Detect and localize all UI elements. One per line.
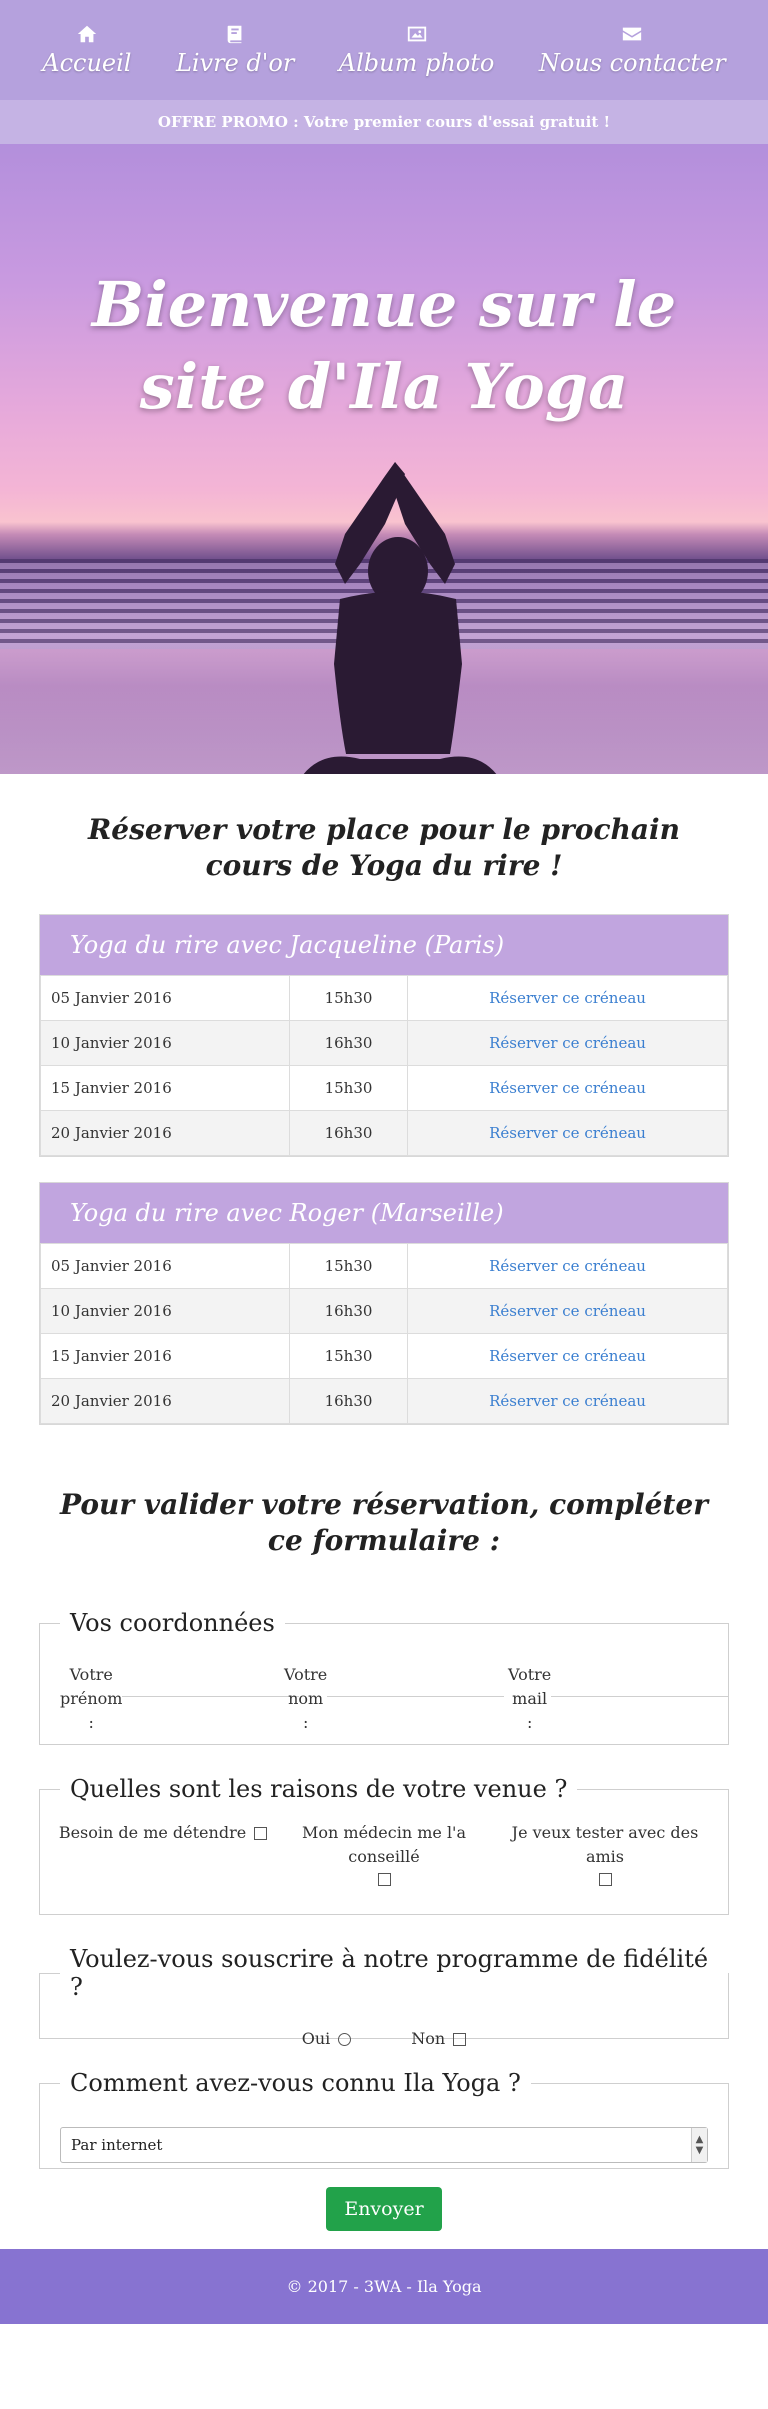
schedule-header: Yoga du rire avec Jacqueline (Paris): [40, 915, 728, 975]
reserve-link[interactable]: Réserver ce créneau: [489, 1124, 646, 1142]
form-title: Pour valider votre réservation, compléte…: [60, 1488, 708, 1557]
lastname-group: Votre nom :: [284, 1663, 505, 1735]
loyalty-no-option: Non: [411, 2029, 467, 2048]
time-cell: 16h30: [289, 1288, 408, 1334]
chevron-updown-icon: ▲ ▼: [691, 2128, 707, 2162]
main-nav: Accueil Livre d'or Album photo Nous cont…: [0, 0, 768, 100]
nav-label: Album photo: [338, 49, 495, 77]
loyalty-yes-radio[interactable]: [338, 2033, 352, 2046]
loyalty-yes-option: Oui: [302, 2029, 352, 2048]
hero-title: Bienvenue sur le site d'Ila Yoga: [91, 268, 677, 423]
schedule-table-marseille: Yoga du rire avec Roger (Marseille) 05 J…: [39, 1182, 729, 1425]
coordinates-legend: Vos coordonnées: [70, 1609, 275, 1637]
firstname-label: Votre prénom :: [60, 1665, 123, 1732]
schedule-header: Yoga du rire avec Roger (Marseille): [40, 1183, 728, 1243]
submit-button[interactable]: Envoyer: [326, 2187, 442, 2231]
schedule-table-paris: Yoga du rire avec Jacqueline (Paris) 05 …: [39, 914, 729, 1157]
email-input[interactable]: [551, 1683, 729, 1697]
loyalty-fieldset: Voulez-vous souscrire à notre programme …: [39, 1945, 729, 2048]
source-fieldset: Comment avez-vous connu Ila Yoga ? Par i…: [39, 2069, 729, 2169]
yoga-silhouette-icon: [303, 462, 497, 774]
time-cell: 15h30: [289, 1243, 408, 1289]
footer-text: © 2017 - 3WA - Ila Yoga: [286, 2277, 482, 2296]
time-cell: 15h30: [289, 1333, 408, 1379]
table-row: 15 Janvier 2016 15h30 Réserver ce crénea…: [40, 1065, 728, 1111]
time-cell: 16h30: [289, 1378, 408, 1424]
time-cell: 16h30: [289, 1110, 408, 1156]
reason-label: Je veux tester avec des amis: [511, 1823, 699, 1866]
date-cell: 15 Janvier 2016: [40, 1333, 290, 1379]
email-label: Votre mail :: [508, 1665, 552, 1732]
reserve-link[interactable]: Réserver ce créneau: [489, 1034, 646, 1052]
time-cell: 15h30: [289, 975, 408, 1021]
date-cell: 05 Janvier 2016: [40, 975, 290, 1021]
date-cell: 20 Janvier 2016: [40, 1378, 290, 1424]
nav-item-nous-contacter[interactable]: Nous contacter: [539, 23, 726, 77]
reserve-link[interactable]: Réserver ce créneau: [489, 989, 646, 1007]
promo-banner: OFFRE PROMO : Votre premier cours d'essa…: [0, 100, 768, 144]
source-legend: Comment avez-vous connu Ila Yoga ?: [70, 2069, 521, 2097]
firstname-group: Votre prénom :: [60, 1663, 300, 1735]
reason-option-relax: Besoin de me détendre: [58, 1821, 268, 1886]
reserve-link[interactable]: Réserver ce créneau: [489, 1302, 646, 1320]
schedule-rows: 05 Janvier 2016 15h30 Réserver ce crénea…: [40, 975, 728, 1156]
table-row: 10 Janvier 2016 16h30 Réserver ce crénea…: [40, 1020, 728, 1066]
reason-label: Besoin de me détendre: [58, 1823, 247, 1842]
lastname-input[interactable]: [327, 1683, 505, 1697]
nav-label: Livre d'or: [175, 49, 295, 77]
nav-label: Nous contacter: [538, 49, 726, 77]
loyalty-yes-label: Oui: [301, 2029, 331, 2048]
loyalty-legend: Voulez-vous souscrire à notre programme …: [70, 1945, 709, 2001]
time-cell: 16h30: [289, 1020, 408, 1066]
table-row: 10 Janvier 2016 16h30 Réserver ce crénea…: [40, 1288, 728, 1334]
reason-checkbox[interactable]: [377, 1873, 391, 1886]
reason-checkbox[interactable]: [598, 1873, 612, 1886]
reason-checkbox[interactable]: [254, 1827, 268, 1840]
firstname-input[interactable]: [122, 1683, 300, 1697]
home-icon: [77, 25, 97, 43]
reserve-link[interactable]: Réserver ce créneau: [489, 1257, 646, 1275]
date-cell: 10 Janvier 2016: [40, 1288, 290, 1334]
image-icon: [407, 26, 426, 42]
schedule-rows: 05 Janvier 2016 15h30 Réserver ce crénea…: [40, 1243, 728, 1424]
date-cell: 15 Janvier 2016: [40, 1065, 290, 1111]
source-select[interactable]: Par internet ▲ ▼: [60, 2127, 708, 2163]
date-cell: 20 Janvier 2016: [40, 1110, 290, 1156]
hero-banner: Bienvenue sur le site d'Ila Yoga: [0, 144, 768, 774]
loyalty-no-label: Non: [411, 2029, 446, 2048]
reasons-fieldset: Quelles sont les raisons de votre venue …: [39, 1775, 729, 1915]
reserve-link[interactable]: Réserver ce créneau: [489, 1392, 646, 1410]
email-group: Votre mail :: [508, 1663, 729, 1735]
table-row: 15 Janvier 2016 15h30 Réserver ce crénea…: [40, 1333, 728, 1379]
nav-item-livre-dor[interactable]: Livre d'or: [176, 23, 294, 77]
envelope-icon: [623, 27, 642, 41]
nav-item-album-photo[interactable]: Album photo: [338, 23, 495, 77]
lastname-label: Votre nom :: [284, 1665, 328, 1732]
nav-label: Accueil: [42, 49, 132, 77]
reservation-form: Vos coordonnées Votre prénom : Votre nom…: [0, 1609, 768, 2231]
reason-option-doctor: Mon médecin me l'a conseillé: [279, 1821, 489, 1886]
nav-item-accueil[interactable]: Accueil: [42, 23, 131, 77]
coordinates-fieldset: Vos coordonnées Votre prénom : Votre nom…: [39, 1609, 729, 1745]
reserve-link[interactable]: Réserver ce créneau: [489, 1347, 646, 1365]
date-cell: 05 Janvier 2016: [40, 1243, 290, 1289]
reason-label: Mon médecin me l'a conseillé: [301, 1823, 466, 1866]
table-row: 05 Janvier 2016 15h30 Réserver ce crénea…: [40, 975, 728, 1021]
footer: © 2017 - 3WA - Ila Yoga: [0, 2249, 768, 2324]
reserve-link[interactable]: Réserver ce créneau: [489, 1079, 646, 1097]
table-row: 20 Janvier 2016 16h30 Réserver ce crénea…: [40, 1110, 728, 1156]
time-cell: 15h30: [289, 1065, 408, 1111]
booking-title: Réserver votre place pour le prochain co…: [87, 813, 681, 882]
table-row: 20 Janvier 2016 16h30 Réserver ce crénea…: [40, 1378, 728, 1424]
source-selected-value: Par internet: [71, 2136, 163, 2154]
table-row: 05 Janvier 2016 15h30 Réserver ce crénea…: [40, 1243, 728, 1289]
reason-option-friends: Je veux tester avec des amis: [500, 1821, 710, 1886]
loyalty-no-checkbox[interactable]: [453, 2033, 467, 2046]
book-icon: [227, 25, 242, 44]
date-cell: 10 Janvier 2016: [40, 1020, 290, 1066]
reasons-legend: Quelles sont les raisons de votre venue …: [70, 1775, 568, 1803]
